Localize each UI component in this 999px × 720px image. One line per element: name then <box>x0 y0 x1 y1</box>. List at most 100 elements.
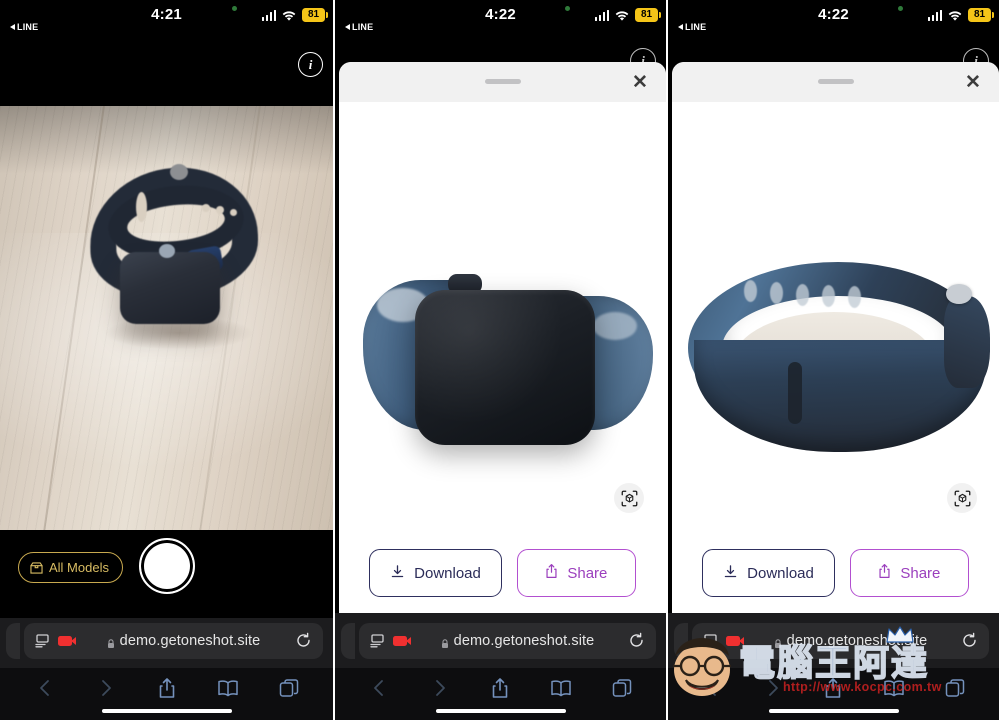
model-sheet: ✕ Download Share <box>672 62 999 613</box>
panel-capture: LINE 4:21 81 i All Models demo.getonesho… <box>0 0 333 720</box>
back-button[interactable] <box>700 676 724 700</box>
status-indicators: 81 <box>261 8 328 22</box>
watch-subject-photo <box>84 162 264 353</box>
camera-recording-icon[interactable] <box>58 635 76 646</box>
forward-button[interactable] <box>761 676 785 700</box>
url-center: demo.getoneshot.site <box>415 633 620 649</box>
model-sheet: ✕ Download Share <box>339 62 666 613</box>
share-button[interactable] <box>155 676 179 700</box>
back-button[interactable] <box>33 676 57 700</box>
model-viewer[interactable] <box>672 102 999 521</box>
sheet-grabber-icon[interactable] <box>817 79 854 84</box>
aa-page-settings-icon[interactable] <box>35 633 50 648</box>
panel-model-front: LINE 4:22 81 i ✕ Download Share demo.get… <box>333 0 666 720</box>
safari-address-bar: demo.getoneshot.site <box>0 613 333 668</box>
download-button[interactable]: Download <box>369 549 502 597</box>
status-indicators: 81 <box>927 8 994 22</box>
model-viewer[interactable] <box>339 102 666 521</box>
ar-cube-view-icon[interactable] <box>947 483 977 513</box>
download-label: Download <box>414 564 481 582</box>
aa-page-settings-icon[interactable] <box>703 633 718 648</box>
tabs-button[interactable] <box>943 676 967 700</box>
model-watch-body <box>415 290 595 445</box>
sheet-body: Download Share <box>339 102 666 613</box>
share-label: Share <box>900 564 941 582</box>
reload-icon[interactable] <box>628 632 645 649</box>
reload-icon[interactable] <box>295 632 312 649</box>
back-to-app-link[interactable]: LINE <box>678 22 706 32</box>
model-band-tab <box>788 362 802 424</box>
url-center: demo.getoneshot.site <box>80 633 287 649</box>
share-button[interactable]: Share <box>849 549 969 597</box>
previous-tab-edge[interactable] <box>674 622 688 659</box>
share-button[interactable] <box>488 676 512 700</box>
band-hole <box>202 204 210 212</box>
ar-cube-view-icon[interactable] <box>614 483 644 513</box>
safari-address-bar: demo.getoneshot.site <box>335 613 666 668</box>
back-triangle-icon <box>345 24 350 30</box>
bookmarks-button[interactable] <box>882 676 906 700</box>
back-triangle-icon <box>10 24 15 30</box>
capture-controls: All Models <box>0 530 333 618</box>
close-x-icon[interactable]: ✕ <box>961 70 985 94</box>
forward-button[interactable] <box>428 676 452 700</box>
back-to-app-link[interactable]: LINE <box>10 22 38 32</box>
camera-recording-icon[interactable] <box>726 635 744 646</box>
reload-icon[interactable] <box>961 632 978 649</box>
sheet-header: ✕ <box>339 62 666 102</box>
green-recording-dot-icon <box>898 6 903 11</box>
tabs-button[interactable] <box>610 676 634 700</box>
url-text: demo.getoneshot.site <box>786 632 928 649</box>
back-to-app-link[interactable]: LINE <box>345 22 373 32</box>
model-band-holes <box>744 280 884 308</box>
download-icon <box>390 564 405 583</box>
previous-tab-edge[interactable] <box>6 622 20 659</box>
green-recording-dot-icon <box>565 6 570 11</box>
url-text: demo.getoneshot.site <box>453 632 595 649</box>
url-field[interactable]: demo.getoneshot.site <box>24 622 323 659</box>
lock-icon <box>107 636 115 648</box>
url-text: demo.getoneshot.site <box>119 632 261 649</box>
previous-tab-edge[interactable] <box>341 622 355 659</box>
aa-page-settings-icon[interactable] <box>370 633 385 648</box>
share-button[interactable]: Share <box>516 549 636 597</box>
camera-recording-icon[interactable] <box>393 635 411 646</box>
safari-address-bar: demo.getoneshot.site <box>668 613 999 668</box>
home-indicator <box>435 709 566 713</box>
back-app-label: LINE <box>17 22 39 32</box>
url-field[interactable]: demo.getoneshot.site <box>359 622 656 659</box>
all-models-button[interactable]: All Models <box>18 552 123 583</box>
info-circle-icon[interactable]: i <box>298 52 323 77</box>
cellular-bars-icon <box>594 9 609 21</box>
battery-icon: 81 <box>635 8 661 22</box>
battery-icon: 81 <box>968 8 994 22</box>
share-label: Share <box>567 564 608 582</box>
watch-3d-model-front <box>363 262 653 452</box>
close-x-icon[interactable]: ✕ <box>628 70 652 94</box>
url-field[interactable]: demo.getoneshot.site <box>692 622 989 659</box>
status-bar: LINE 4:22 81 <box>335 0 666 38</box>
back-app-label: LINE <box>352 22 374 32</box>
shutter-button-icon[interactable] <box>138 538 195 594</box>
forward-button[interactable] <box>94 676 118 700</box>
sheet-body: Download Share <box>672 102 999 613</box>
back-button[interactable] <box>367 676 391 700</box>
lock-icon <box>441 636 449 648</box>
band-hole <box>136 192 147 222</box>
wifi-icon <box>614 9 630 21</box>
status-bar: LINE 4:21 81 <box>0 0 333 38</box>
camera-viewfinder[interactable] <box>0 106 333 530</box>
home-indicator <box>101 709 232 713</box>
sheet-actions: Download Share <box>339 547 666 599</box>
sheet-grabber-icon[interactable] <box>484 79 521 84</box>
url-center: demo.getoneshot.site <box>748 633 953 649</box>
share-button[interactable] <box>821 676 845 700</box>
bookmarks-button[interactable] <box>549 676 573 700</box>
tabs-button[interactable] <box>277 676 301 700</box>
download-label: Download <box>747 564 814 582</box>
download-button[interactable]: Download <box>702 549 835 597</box>
back-app-label: LINE <box>685 22 707 32</box>
status-time: 4:21 <box>151 6 182 23</box>
bookmarks-button[interactable] <box>216 676 240 700</box>
status-bar: LINE 4:22 81 <box>668 0 999 38</box>
